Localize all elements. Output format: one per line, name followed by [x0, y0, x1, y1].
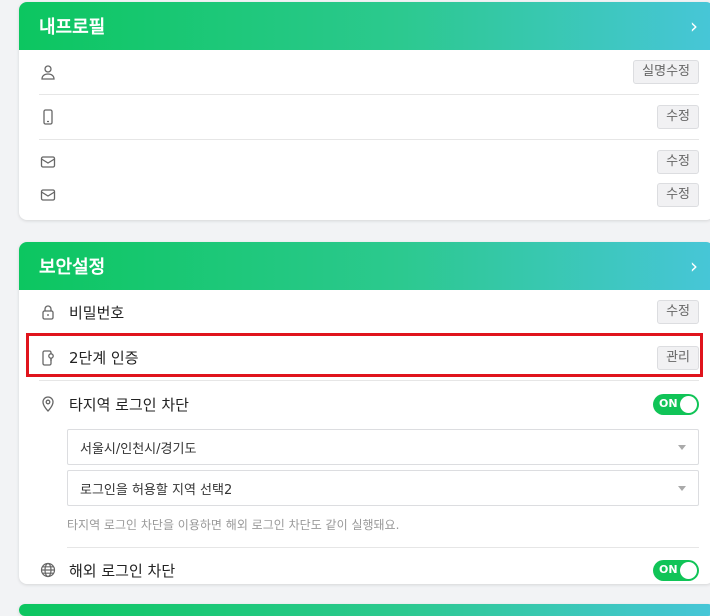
edit-email-2-button[interactable]: 수정	[657, 183, 699, 207]
next-card	[19, 604, 710, 616]
edit-realname-button[interactable]: 실명수정	[633, 60, 699, 84]
two-factor-label: 2단계 인증	[69, 349, 139, 367]
security-header[interactable]: 보안설정 ›	[19, 242, 710, 290]
profile-row-email-2: 수정	[39, 182, 699, 208]
password-label: 비밀번호	[69, 303, 125, 322]
dropdown-arrow-icon	[678, 485, 686, 491]
two-factor-row: 2단계 인증 관리	[39, 335, 699, 381]
profile-row-email-1: 수정	[39, 142, 699, 182]
toggle-knob	[680, 561, 697, 579]
security-title: 보안설정	[39, 257, 106, 278]
profile-header[interactable]: 내프로필 ›	[19, 2, 710, 50]
password-row: 비밀번호 수정	[39, 290, 699, 335]
manage-two-factor-button[interactable]: 관리	[657, 345, 699, 370]
lock-icon	[39, 303, 57, 321]
edit-email-button[interactable]: 수정	[657, 150, 699, 174]
region-select-1-value: 서울시/인천시/경기도	[80, 441, 197, 457]
region-block-note: 타지역 로그인 차단을 이용하면 해외 로그인 차단도 같이 실행돼요.	[67, 516, 699, 548]
toggle-knob	[680, 395, 697, 413]
chevron-right-icon[interactable]: ›	[690, 254, 698, 278]
region-block-label: 타지역 로그인 차단	[69, 395, 189, 414]
globe-icon	[39, 561, 57, 579]
toggle-on-label: ON	[659, 562, 678, 576]
phone-icon	[39, 108, 57, 126]
user-icon	[39, 63, 57, 81]
overseas-block-row: 해외 로그인 차단 ON	[39, 548, 699, 584]
chevron-right-icon[interactable]: ›	[690, 14, 698, 38]
phone-key-icon	[39, 349, 57, 367]
dropdown-arrow-icon	[678, 444, 686, 450]
location-pin-icon	[39, 395, 57, 413]
region-select-2[interactable]: 로그인을 허용할 지역 선택2	[67, 470, 699, 506]
security-card: 보안설정 › 비밀번호 수정 2단계 인증 관리 타지역 로그인 차단 ON 서…	[19, 242, 710, 584]
profile-row-phone: 수정	[39, 95, 699, 140]
overseas-block-label: 해외 로그인 차단	[69, 561, 176, 580]
overseas-block-toggle[interactable]: ON	[653, 559, 699, 581]
profile-card: 내프로필 › 실명수정 수정 수정 수정	[19, 2, 710, 220]
region-block-row: 타지역 로그인 차단 ON	[39, 381, 699, 427]
mail-icon	[39, 186, 57, 204]
profile-title: 내프로필	[39, 17, 106, 38]
region-select-1[interactable]: 서울시/인천시/경기도	[67, 429, 699, 465]
region-select-2-value: 로그인을 허용할 지역 선택2	[80, 482, 233, 498]
edit-password-button[interactable]: 수정	[657, 300, 699, 324]
mail-icon	[39, 153, 57, 171]
toggle-on-label: ON	[659, 396, 678, 410]
next-card-header[interactable]	[19, 604, 710, 616]
region-block-toggle[interactable]: ON	[653, 393, 699, 415]
edit-phone-button[interactable]: 수정	[657, 105, 699, 129]
profile-row-name: 실명수정	[39, 50, 699, 95]
